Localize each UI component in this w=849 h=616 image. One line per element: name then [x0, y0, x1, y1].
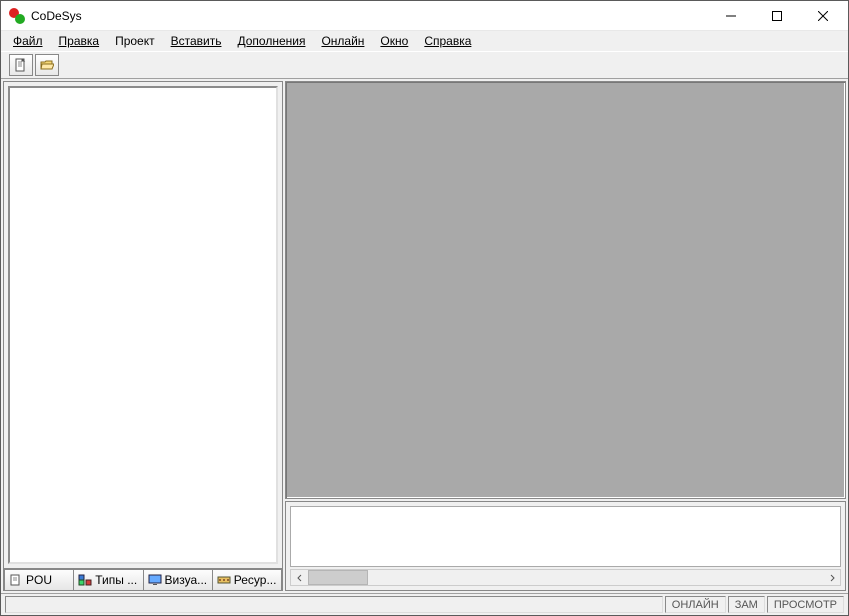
chevron-right-icon	[828, 574, 836, 582]
scroll-track[interactable]	[308, 570, 823, 585]
tab-label: POU	[26, 573, 52, 587]
tree-border	[8, 86, 278, 564]
tab-pou[interactable]: POU	[4, 569, 74, 590]
menu-file[interactable]: Файл	[5, 32, 51, 50]
toolbar	[1, 51, 848, 79]
open-file-button[interactable]	[35, 54, 59, 76]
right-panel	[285, 81, 846, 591]
status-monitor: ПРОСМОТР	[767, 596, 844, 613]
menu-online[interactable]: Онлайн	[313, 32, 372, 50]
document-icon	[9, 574, 23, 586]
scroll-left-button[interactable]	[291, 570, 308, 585]
status-message	[5, 596, 663, 613]
menu-edit[interactable]: Правка	[51, 32, 108, 50]
tab-label: Ресур...	[234, 573, 277, 587]
project-tree[interactable]	[10, 88, 276, 562]
status-bar: ОНЛАЙН ЗАМ ПРОСМОТР	[1, 593, 848, 615]
tab-resources[interactable]: Ресур...	[213, 569, 282, 590]
menu-insert[interactable]: Вставить	[163, 32, 230, 50]
chevron-left-icon	[296, 574, 304, 582]
tab-label: Типы ...	[95, 573, 137, 587]
maximize-button[interactable]	[754, 1, 800, 30]
menu-extras[interactable]: Дополнения	[229, 32, 313, 50]
screen-icon	[148, 574, 162, 586]
open-folder-icon	[40, 58, 54, 72]
resources-icon	[217, 574, 231, 586]
menu-bar: Файл Правка Проект Вставить Дополнения О…	[1, 31, 848, 51]
project-browser-panel: POU Типы ... Визуа... Ресур...	[3, 81, 283, 591]
menu-window[interactable]: Окно	[372, 32, 416, 50]
message-panel	[285, 501, 846, 591]
status-overwrite: ЗАМ	[728, 596, 765, 613]
message-output[interactable]	[290, 506, 841, 567]
message-hscrollbar[interactable]	[290, 569, 841, 586]
status-online: ОНЛАЙН	[665, 596, 726, 613]
project-tabs: POU Типы ... Визуа... Ресур...	[4, 568, 282, 590]
minimize-button[interactable]	[708, 1, 754, 30]
datatype-icon	[78, 574, 92, 586]
scroll-right-button[interactable]	[823, 570, 840, 585]
tab-visualizations[interactable]: Визуа...	[144, 569, 213, 590]
tab-label: Визуа...	[165, 573, 208, 587]
close-button[interactable]	[800, 1, 846, 30]
window-title: CoDeSys	[31, 9, 708, 23]
main-area: POU Типы ... Визуа... Ресур...	[1, 79, 848, 593]
menu-project[interactable]: Проект	[107, 32, 163, 50]
title-bar[interactable]: CoDeSys	[1, 1, 848, 31]
app-icon	[9, 8, 25, 24]
editor-workspace[interactable]	[285, 81, 846, 499]
scroll-thumb[interactable]	[308, 570, 368, 585]
app-window: CoDeSys Файл Правка Проект Вставить Допо…	[0, 0, 849, 616]
new-file-icon	[14, 58, 28, 72]
menu-help[interactable]: Справка	[416, 32, 479, 50]
new-file-button[interactable]	[9, 54, 33, 76]
tab-datatypes[interactable]: Типы ...	[74, 569, 143, 590]
